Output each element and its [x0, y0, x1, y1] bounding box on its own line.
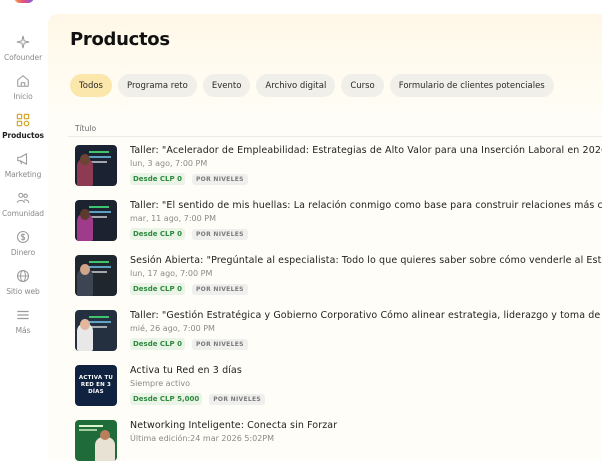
product-date: Siempre activo [130, 379, 190, 388]
sparkle-icon [16, 35, 30, 49]
product-title[interactable]: Taller: "Gestión Estratégica y Gobierno … [130, 310, 602, 322]
sidebar-item-label: Sitio web [6, 287, 40, 296]
people-icon [16, 191, 30, 205]
filter-chip-programa-reto[interactable]: Programa reto [117, 74, 197, 97]
price-tag: Desde CLP 0 [130, 228, 185, 240]
price-tag: Desde CLP 5,000 [130, 393, 203, 405]
product-title[interactable]: Sesión Abierta: "Pregúntale al especiali… [130, 255, 602, 267]
sidebar-item-label: Productos [2, 131, 44, 140]
sidebar-item-label: Dinero [10, 248, 36, 257]
tier-badge: POR NIVELES [191, 228, 248, 240]
product-date: lun, 17 ago, 7:00 PM [130, 269, 213, 278]
tier-badge: POR NIVELES [191, 338, 248, 350]
sidebar-item-inicio[interactable]: Inicio [0, 74, 46, 108]
menu-icon [16, 308, 30, 322]
globe-icon [16, 269, 30, 283]
filter-chip-evento[interactable]: Evento [202, 74, 251, 97]
product-thumbnail [75, 145, 117, 186]
product-thumbnail [75, 255, 117, 296]
sidebar-item-comunidad[interactable]: Comunidad [0, 191, 46, 225]
filter-chip-todos[interactable]: Todos [70, 74, 112, 97]
list-item[interactable]: Taller: "El sentido de mis huellas: La r… [75, 200, 602, 255]
filter-chip-curso[interactable]: Curso [341, 74, 384, 97]
list-item[interactable]: Taller: "Gestión Estratégica y Gobierno … [75, 310, 602, 365]
filter-chips: Todos Programa reto Evento Archivo digit… [70, 74, 554, 97]
tier-badge: POR NIVELES [209, 393, 265, 405]
main-panel: Productos Todos Programa reto Evento Arc… [48, 14, 602, 461]
product-date: Última edición:24 mar 2026 5:02PM [130, 434, 275, 443]
filter-chip-archivo-digital[interactable]: Archivo digital [256, 74, 336, 97]
list-item[interactable]: ACTIVA TU RED EN 3 DÍAS Activa tu Red en… [75, 365, 602, 420]
list-item[interactable]: Networking Inteligente: Conecta sin Forz… [75, 420, 602, 461]
tier-badge: POR NIVELES [191, 173, 248, 185]
product-list: Taller: "Acelerador de Empleabilidad: Es… [75, 145, 602, 461]
app-logo[interactable] [14, 0, 34, 3]
product-thumbnail [75, 200, 117, 241]
list-item[interactable]: Taller: "Acelerador de Empleabilidad: Es… [75, 145, 602, 200]
tier-badge: POR NIVELES [191, 283, 248, 295]
thumbnail-text: ACTIVA TU RED EN 3 DÍAS [78, 375, 114, 395]
product-thumbnail [75, 310, 117, 351]
sidebar-item-sitio-web[interactable]: Sitio web [0, 269, 46, 303]
sidebar-item-label: Marketing [4, 170, 42, 179]
product-title[interactable]: Activa tu Red en 3 días [130, 365, 602, 377]
sidebar-item-dinero[interactable]: Dinero [0, 230, 46, 264]
price-tag: Desde CLP 0 [130, 283, 185, 295]
dollar-icon [16, 230, 30, 244]
sidebar-item-label: Comunidad [2, 209, 44, 218]
sidebar-item-label: Inicio [13, 92, 33, 101]
page-title: Productos [70, 29, 170, 50]
product-title[interactable]: Taller: "El sentido de mis huellas: La r… [130, 200, 602, 212]
sidebar: Cofounder Inicio Productos Marketing Com… [0, 0, 46, 461]
product-thumbnail: ACTIVA TU RED EN 3 DÍAS [75, 365, 117, 406]
product-date: mié, 26 ago, 7:00 PM [130, 324, 215, 333]
product-date: lun, 3 ago, 7:00 PM [130, 159, 208, 168]
product-thumbnail [75, 420, 117, 461]
list-item[interactable]: Sesión Abierta: "Pregúntale al especiali… [75, 255, 602, 310]
home-icon [16, 74, 30, 88]
price-tag: Desde CLP 0 [130, 338, 185, 350]
filter-chip-formulario[interactable]: Formulario de clientes potenciales [389, 74, 554, 97]
grid-icon [16, 113, 30, 127]
sidebar-item-label: Más [15, 326, 31, 335]
sidebar-item-marketing[interactable]: Marketing [0, 152, 46, 186]
megaphone-icon [16, 152, 30, 166]
sidebar-item-productos[interactable]: Productos [0, 113, 46, 147]
product-title[interactable]: Networking Inteligente: Conecta sin Forz… [130, 420, 602, 432]
divider [68, 136, 602, 137]
column-header-titulo[interactable]: Título [75, 124, 96, 133]
sidebar-item-label: Cofounder [3, 53, 43, 62]
product-date: mar, 11 ago, 7:00 PM [130, 214, 216, 223]
price-tag: Desde CLP 0 [130, 173, 185, 185]
product-title[interactable]: Taller: "Acelerador de Empleabilidad: Es… [130, 145, 602, 157]
sidebar-item-cofounder[interactable]: Cofounder [0, 35, 46, 69]
sidebar-item-mas[interactable]: Más [0, 308, 46, 342]
